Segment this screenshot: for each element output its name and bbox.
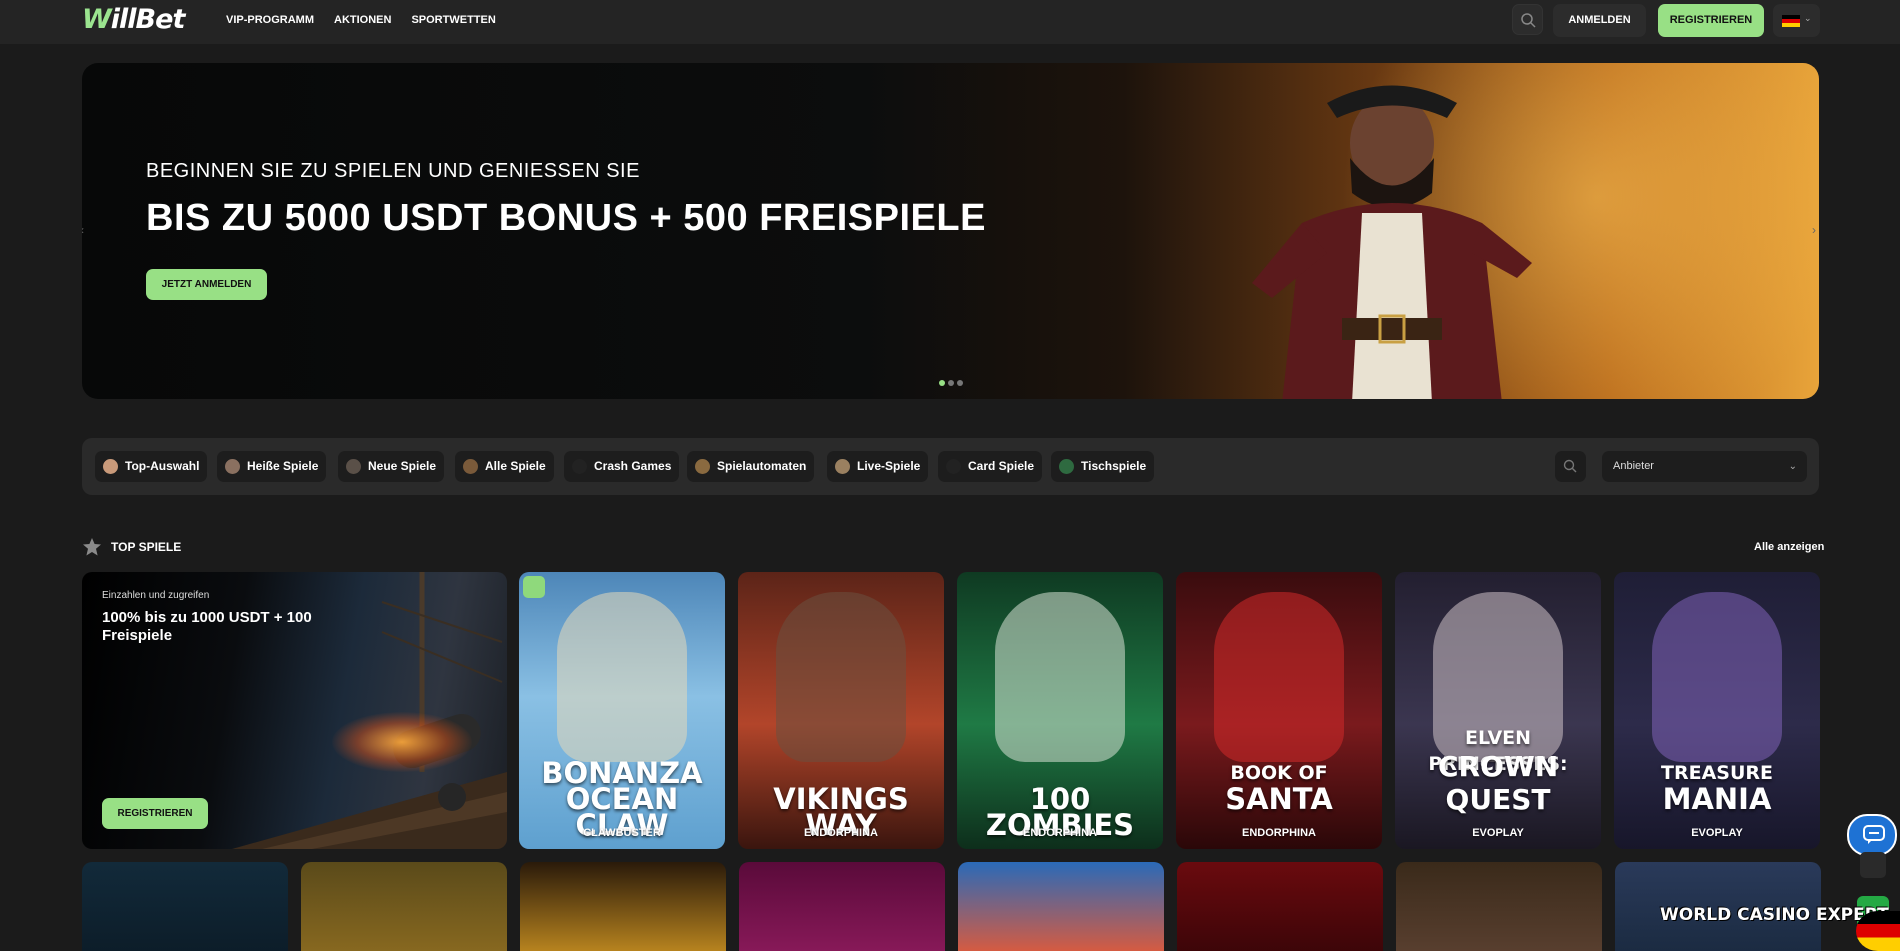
- game-card-row2[interactable]: [1177, 862, 1383, 951]
- chevron-down-icon: ⌄: [1804, 13, 1812, 23]
- crash-games-icon: [572, 459, 587, 474]
- nav-aktionen[interactable]: AKTIONEN: [334, 14, 391, 26]
- game-provider: CLAWBUSTER: [583, 827, 661, 839]
- game-title-line2: CROWN QUEST: [1438, 750, 1559, 816]
- header-search-button[interactable]: [1512, 4, 1543, 35]
- category-card-spiele[interactable]: Card Spiele: [938, 451, 1043, 482]
- category-label: Top-Auswahl: [125, 459, 200, 473]
- category-live-spiele[interactable]: Live-Spiele: [827, 451, 929, 482]
- top-header: WillBet VIP-PROGRAMM AKTIONEN SPORTWETTE…: [0, 0, 1900, 44]
- category-label: Live-Spiele: [857, 459, 921, 473]
- category-label: Heiße Spiele: [247, 459, 319, 473]
- german-flag-icon[interactable]: [1856, 911, 1900, 951]
- german-flag-icon: [1782, 15, 1800, 27]
- chevron-down-icon: ⌄: [1788, 461, 1797, 472]
- category-heisse-spiele[interactable]: Heiße Spiele: [217, 451, 327, 482]
- category-bar: Top-Auswahl Heiße Spiele Neue Spiele All…: [82, 438, 1819, 495]
- game-provider: EVOPLAY: [1472, 827, 1524, 839]
- provider-select[interactable]: Anbieter ⌄: [1602, 451, 1807, 482]
- login-button[interactable]: ANMELDEN: [1553, 4, 1646, 37]
- willbet-logo[interactable]: WillBet: [82, 4, 186, 35]
- category-alle-spiele[interactable]: Alle Spiele: [455, 451, 554, 482]
- carousel-dot[interactable]: [939, 380, 945, 386]
- top-pick-icon: [103, 459, 118, 474]
- game-title-line2: SANTA: [1225, 782, 1333, 816]
- game-art: [776, 592, 906, 762]
- carousel-dots: [939, 380, 963, 386]
- table-games-icon: [1059, 459, 1074, 474]
- side-widget-button[interactable]: [1860, 852, 1886, 878]
- carousel-next-icon[interactable]: ›: [1812, 223, 1816, 237]
- carousel-dot[interactable]: [957, 380, 963, 386]
- promo-register-button[interactable]: REGISTRIEREN: [102, 798, 208, 829]
- star-icon: [83, 538, 101, 556]
- nav-vip-programm[interactable]: VIP-PROGRAMM: [226, 14, 314, 26]
- pirate-illustration: [1252, 85, 1532, 399]
- game-card-treasure-mania[interactable]: TREASURE MANIA EVOPLAY: [1614, 572, 1820, 849]
- all-games-icon: [463, 459, 478, 474]
- new-games-icon: [346, 459, 361, 474]
- category-crash-games[interactable]: Crash Games: [564, 451, 680, 482]
- register-button[interactable]: REGISTRIEREN: [1658, 4, 1764, 37]
- carousel-prev-icon[interactable]: ‹: [82, 223, 84, 237]
- game-provider: ENDORPHINA: [1023, 827, 1097, 839]
- promo-eyebrow: Einzahlen und zugreifen: [102, 590, 210, 601]
- live-games-icon: [835, 459, 850, 474]
- promo-card[interactable]: Einzahlen und zugreifen 100% bis zu 1000…: [82, 572, 507, 849]
- game-card-elven-princesses-crown-quest[interactable]: ELVEN PRINCESSES: CROWN QUEST EVOPLAY: [1395, 572, 1601, 849]
- game-card-bonanza-ocean-claw[interactable]: BONANZA OCEAN CLAW CLAWBUSTER: [519, 572, 725, 849]
- game-card-row2[interactable]: [1396, 862, 1602, 951]
- category-label: Alle Spiele: [485, 459, 546, 473]
- promo-headline: 100% bis zu 1000 USDT + 100 Freispiele: [102, 609, 312, 644]
- category-top-auswahl[interactable]: Top-Auswahl: [95, 451, 208, 482]
- diamond-badge-icon: [523, 576, 545, 598]
- section-title: TOP SPIELE: [111, 540, 182, 554]
- game-card-book-of-santa[interactable]: BOOK OF SANTA ENDORPHINA: [1176, 572, 1382, 849]
- slots-icon: [695, 459, 710, 474]
- game-card-row2[interactable]: [82, 862, 288, 951]
- category-spielautomaten[interactable]: Spielautomaten: [687, 451, 815, 482]
- hero-subtitle: BEGINNEN SIE ZU SPIELEN UND GENIESSEN SI…: [146, 160, 640, 182]
- game-art: [995, 592, 1125, 762]
- game-art: [1214, 592, 1344, 762]
- hero-signup-button[interactable]: JETZT ANMELDEN: [146, 269, 267, 300]
- game-art: [1652, 592, 1782, 762]
- game-card-100-zombies[interactable]: 100 ZOMBIES ENDORPHINA: [957, 572, 1163, 849]
- category-label: Tischspiele: [1081, 459, 1147, 473]
- game-title-line2: MANIA: [1662, 782, 1772, 816]
- game-card-vikings-way[interactable]: VIKINGS WAY ENDORPHINA: [738, 572, 944, 849]
- game-provider: ENDORPHINA: [804, 827, 878, 839]
- provider-select-value: Anbieter: [1613, 460, 1654, 472]
- live-chat-button[interactable]: [1847, 814, 1897, 856]
- game-provider: EVOPLAY: [1691, 827, 1743, 839]
- category-neue-spiele[interactable]: Neue Spiele: [338, 451, 445, 482]
- game-provider: ENDORPHINA: [1242, 827, 1316, 839]
- game-card-row2[interactable]: [301, 862, 507, 951]
- world-casino-expert-watermark: WORLD CASINO EXPERT: [1660, 905, 1889, 925]
- game-card-row2[interactable]: [520, 862, 726, 951]
- category-label: Spielautomaten: [717, 459, 807, 473]
- category-label: Card Spiele: [968, 459, 1035, 473]
- cannon-fire: [332, 712, 472, 772]
- main-nav: VIP-PROGRAMM AKTIONEN SPORTWETTEN: [226, 14, 496, 26]
- game-search-button[interactable]: [1555, 451, 1586, 482]
- category-label: Crash Games: [594, 459, 672, 473]
- view-all-link[interactable]: Alle anzeigen: [1754, 541, 1824, 553]
- game-art: [557, 592, 687, 762]
- search-icon: [1521, 13, 1536, 28]
- hero-banner[interactable]: BEGINNEN SIE ZU SPIELEN UND GENIESSEN SI…: [82, 63, 1819, 399]
- game-card-row2[interactable]: [739, 862, 945, 951]
- language-selector[interactable]: ⌄: [1773, 4, 1820, 37]
- carousel-dot[interactable]: [948, 380, 954, 386]
- chat-icon: [1863, 825, 1885, 844]
- hot-games-icon: [225, 459, 240, 474]
- logo-text: illBet: [110, 4, 186, 35]
- category-tischspiele[interactable]: Tischspiele: [1051, 451, 1155, 482]
- search-icon: [1563, 459, 1577, 473]
- card-games-icon: [946, 459, 961, 474]
- nav-sportwetten[interactable]: SPORTWETTEN: [411, 14, 495, 26]
- hero-title: BIS ZU 5000 USDT BONUS + 500 FREISPIELE: [146, 197, 986, 239]
- game-card-row2[interactable]: [958, 862, 1164, 951]
- category-label: Neue Spiele: [368, 459, 437, 473]
